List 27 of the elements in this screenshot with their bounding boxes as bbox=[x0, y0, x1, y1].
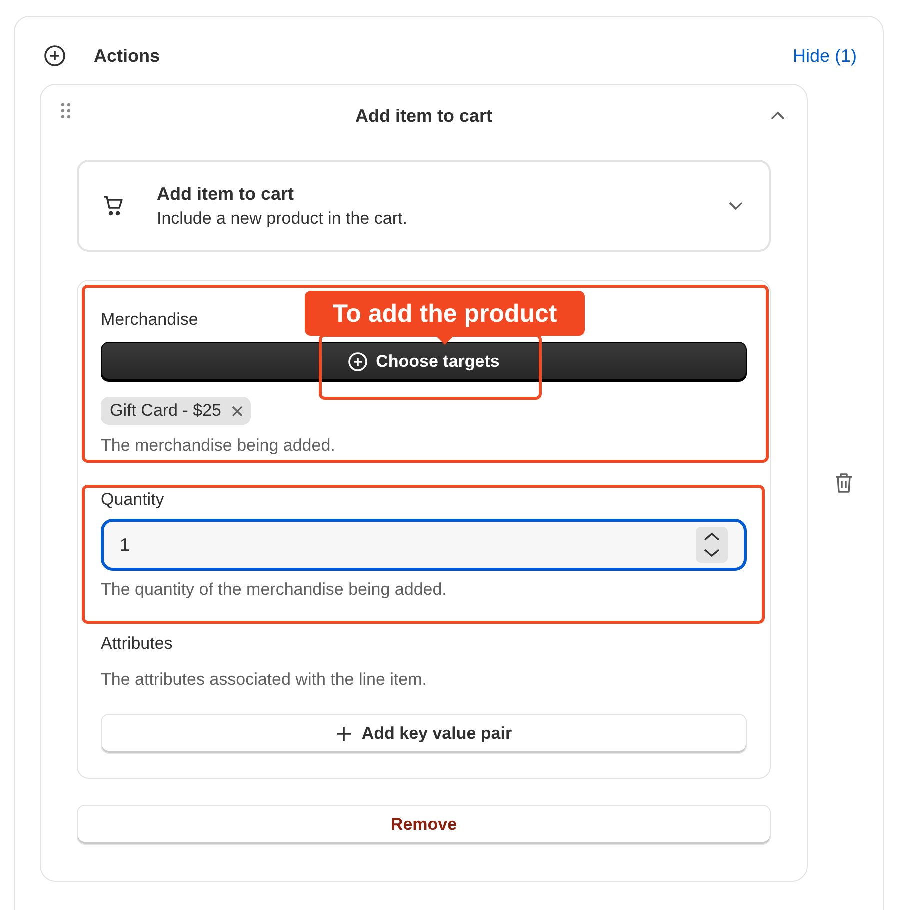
help-text: The attributes associated with the line item. bbox=[101, 669, 428, 691]
choose-targets-button[interactable]: Choose targets bbox=[101, 342, 747, 382]
field-label: Quantity bbox=[101, 489, 164, 511]
select-description: Include a new product in the cart. bbox=[157, 208, 408, 230]
chevron-down-icon bbox=[727, 200, 745, 212]
select-title: Add item to cart bbox=[157, 183, 296, 206]
callout-label: To add the product bbox=[305, 291, 585, 345]
plus-icon bbox=[336, 726, 352, 742]
merchandise-tag: Gift Card - $25 bbox=[101, 397, 250, 425]
field-label: Attributes bbox=[101, 633, 173, 655]
stepper-icon[interactable] bbox=[696, 527, 728, 563]
add-icon[interactable] bbox=[44, 45, 66, 67]
help-text: The merchandise being added. bbox=[101, 435, 336, 457]
hide-link[interactable]: Hide (1) bbox=[792, 42, 857, 70]
action-title: Add item to cart bbox=[355, 104, 492, 128]
delete-icon[interactable] bbox=[835, 473, 853, 493]
section-title: Actions bbox=[94, 44, 160, 68]
drag-handle-icon[interactable] bbox=[61, 103, 71, 119]
quantity-field[interactable]: 1 bbox=[101, 519, 747, 571]
action-select[interactable]: Add item to cart Include a new product in the cart. bbox=[77, 160, 771, 252]
add-icon bbox=[348, 352, 368, 372]
cart-icon bbox=[103, 195, 123, 217]
remove-button[interactable]: Remove bbox=[77, 805, 771, 845]
help-text: The quantity of the merchandise being added. bbox=[101, 579, 448, 601]
add-key-value-button[interactable]: Add key value pair bbox=[101, 714, 747, 754]
close-icon[interactable] bbox=[232, 406, 242, 416]
field-label: Merchandise bbox=[101, 309, 198, 331]
